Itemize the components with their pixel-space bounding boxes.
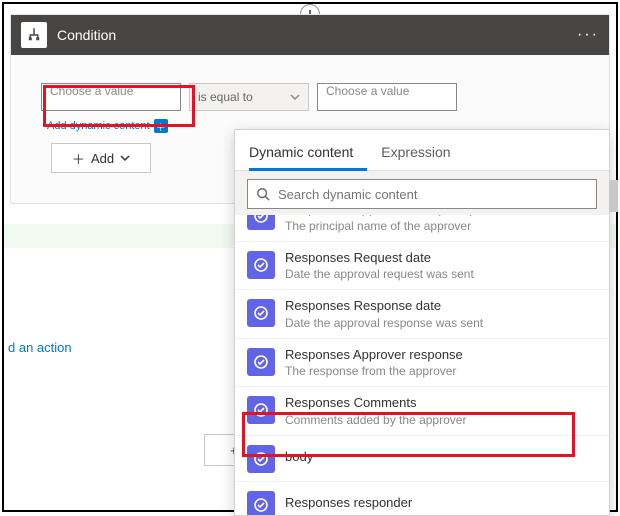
list-item[interactable]: Responses Approver responseThe response … [235, 339, 609, 388]
approval-icon [247, 251, 275, 279]
approval-icon [247, 445, 275, 473]
approval-icon [247, 396, 275, 424]
list-item[interactable]: body [235, 436, 609, 482]
add-button[interactable]: ＋ Add [51, 143, 151, 173]
search-icon [256, 187, 270, 201]
dynamic-content-list: Responses Approver user principal nameTh… [235, 215, 609, 515]
chevron-down-icon [120, 153, 130, 163]
search-input[interactable] [278, 187, 588, 202]
value-2-input[interactable]: Choose a value [317, 83, 457, 111]
approval-icon [247, 299, 275, 327]
popup-tabs: Dynamic content Expression [235, 130, 609, 171]
condition-row: Choose a value is equal to Choose a valu… [11, 55, 609, 115]
list-item[interactable]: Responses Approver user principal nameTh… [235, 215, 609, 242]
plus-icon: ＋ [72, 149, 85, 168]
plus-icon: ＋ [154, 119, 168, 133]
list-item[interactable]: Responses Request dateDate the approval … [235, 242, 609, 291]
operator-label: is equal to [198, 90, 253, 104]
chevron-down-icon [290, 92, 300, 102]
list-item[interactable]: Responses Response dateDate the approval… [235, 290, 609, 339]
tab-dynamic-content[interactable]: Dynamic content [249, 138, 353, 170]
operator-select[interactable]: is equal to [189, 83, 309, 111]
list-item[interactable]: Responses CommentsComments added by the … [235, 387, 609, 436]
add-action-link[interactable]: d an action [8, 340, 72, 355]
card-title: Condition [57, 27, 577, 43]
dynamic-content-popup: Dynamic content Expression Responses App… [234, 129, 610, 516]
tab-indicator [249, 168, 367, 171]
search-input-wrap[interactable] [247, 179, 597, 209]
approval-icon [247, 491, 275, 515]
card-header[interactable]: Condition ··· [11, 15, 609, 55]
tab-expression[interactable]: Expression [381, 138, 450, 170]
approval-icon [247, 215, 275, 230]
list-item[interactable]: Responses responder [235, 482, 609, 515]
condition-icon [21, 22, 47, 48]
value-1-input[interactable]: Choose a value [41, 83, 181, 111]
scrollbar-thumb[interactable] [609, 180, 618, 212]
card-menu[interactable]: ··· [577, 26, 599, 44]
approval-icon [247, 348, 275, 376]
